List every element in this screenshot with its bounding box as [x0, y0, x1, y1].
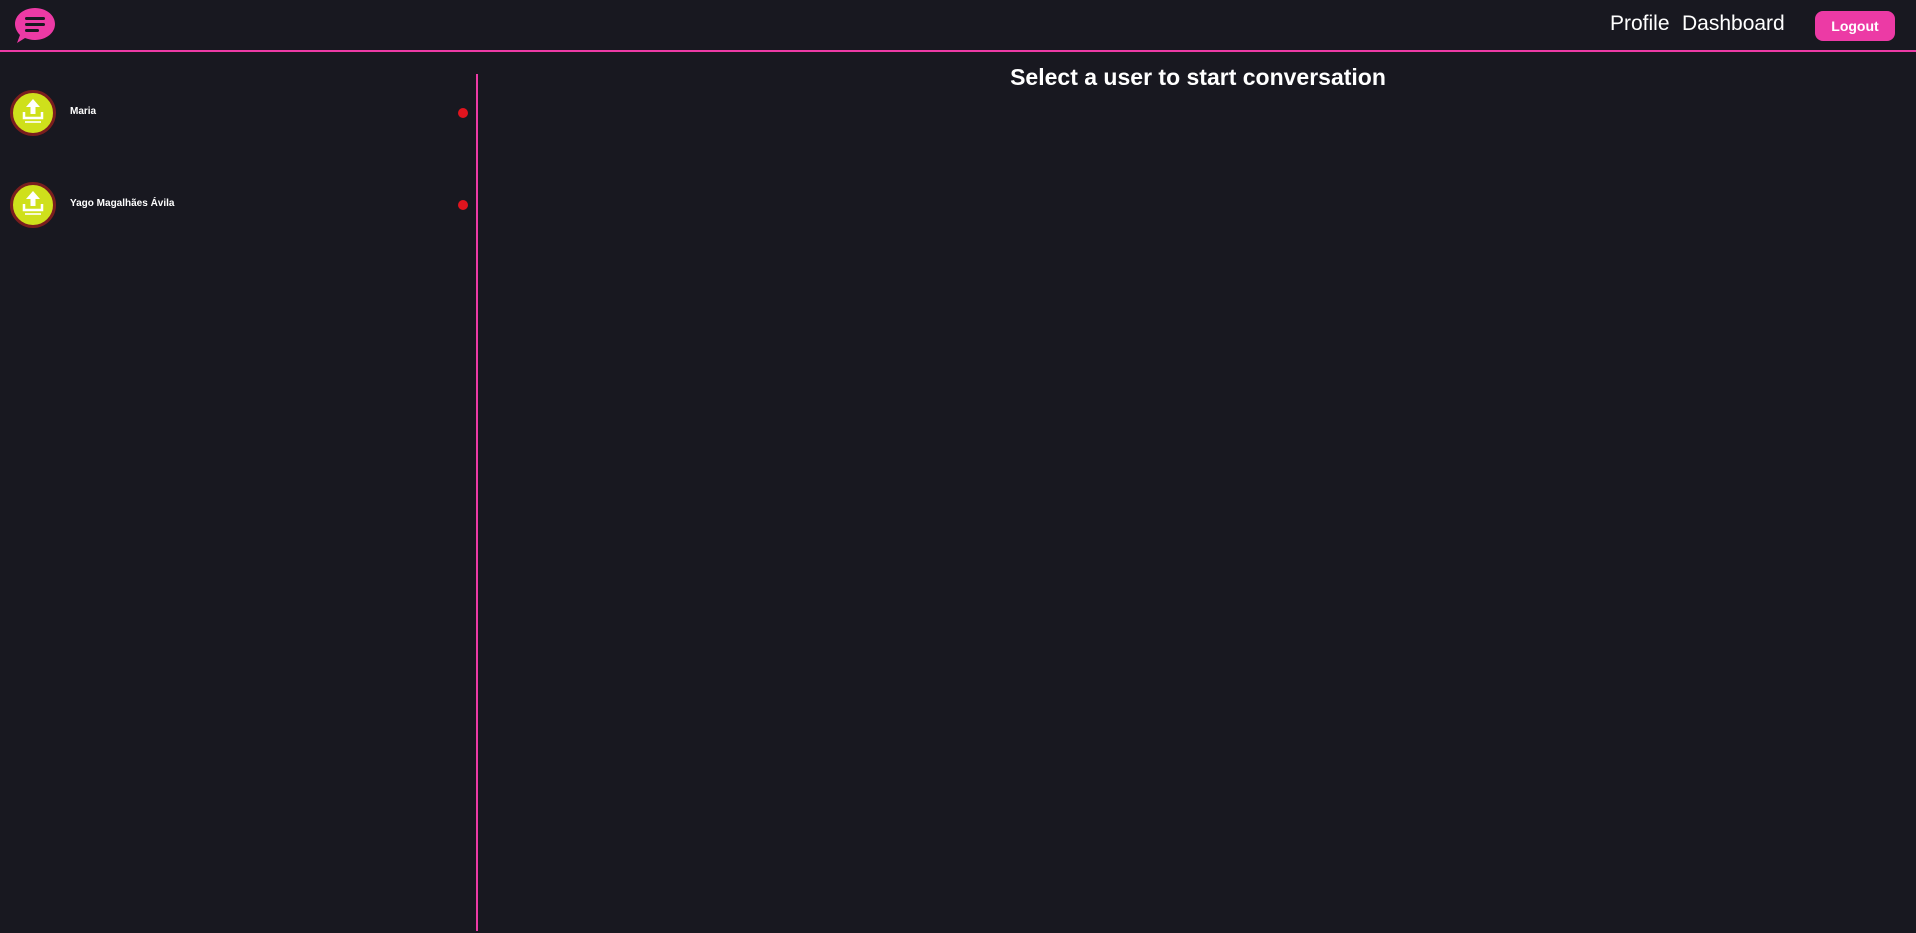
user-name: Yago Magalhães Ávila	[70, 198, 175, 209]
status-indicator	[458, 200, 468, 210]
user-list-item-yago[interactable]: Yago Magalhães Ávila	[0, 174, 476, 234]
user-list-sidebar: Maria Yago Magalhães Ávila	[0, 74, 478, 931]
nav-profile-link[interactable]: Profile	[1610, 12, 1670, 36]
status-indicator	[458, 108, 468, 118]
user-list-item-maria[interactable]: Maria	[0, 82, 476, 142]
upload-icon	[22, 99, 44, 123]
chat-bubble-menu-icon[interactable]	[14, 7, 56, 45]
nav-dashboard-link[interactable]: Dashboard	[1682, 12, 1785, 36]
user-name: Maria	[70, 106, 97, 117]
conversation-placeholder-title: Select a user to start conversation	[1010, 64, 1386, 90]
upload-icon	[22, 191, 44, 215]
avatar	[10, 182, 56, 228]
logout-button[interactable]: Logout	[1815, 11, 1895, 41]
avatar	[10, 90, 56, 136]
top-navbar: Profile Dashboard Logout	[0, 0, 1916, 52]
